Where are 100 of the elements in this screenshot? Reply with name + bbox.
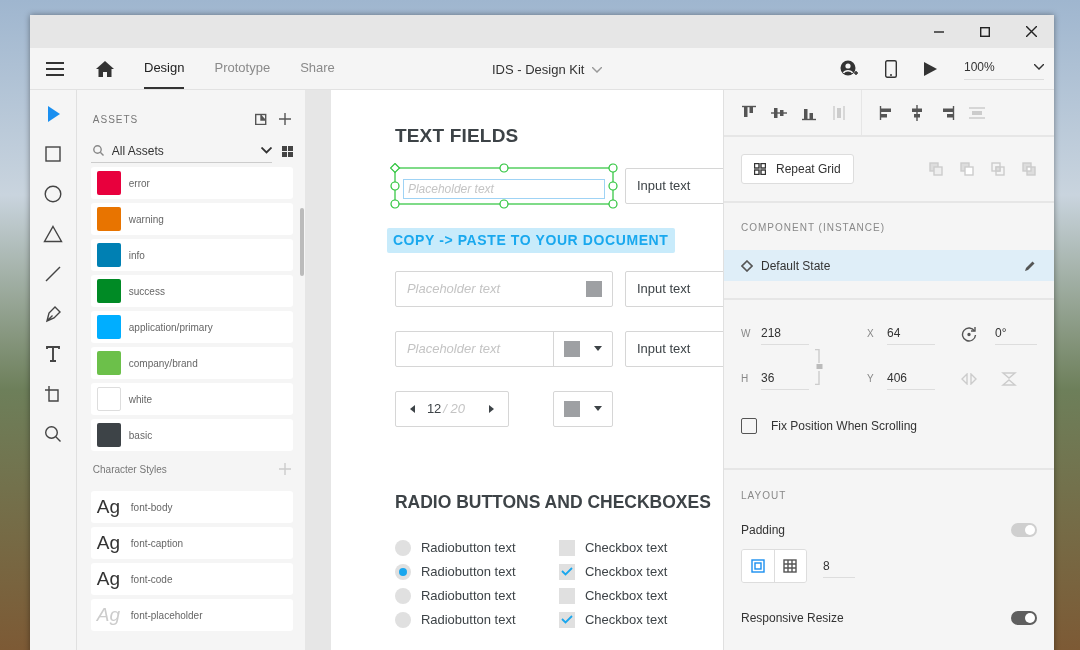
- grid-icon: [754, 163, 766, 175]
- padding-field[interactable]: 8: [823, 554, 855, 578]
- color-name: basic: [128, 428, 153, 443]
- text-input[interactable]: Placeholder text: [395, 331, 554, 366]
- individual-padding-button[interactable]: [774, 550, 806, 582]
- rotate-icon: [961, 325, 977, 342]
- diamond-icon: [741, 259, 753, 272]
- font-sample: Ag: [96, 494, 122, 519]
- checkbox[interactable]: [558, 611, 575, 628]
- section-title: Character Styles: [92, 462, 167, 477]
- checkbox[interactable]: [558, 563, 575, 580]
- zoom-dropdown[interactable]: 100%: [964, 57, 1044, 80]
- checkbox-label: Checkbox text: [584, 539, 668, 557]
- grid-view-icon[interactable]: [281, 145, 293, 157]
- selection-handles[interactable]: [389, 162, 618, 209]
- previous-icon[interactable]: [409, 404, 415, 413]
- color-name: application/primary: [128, 320, 213, 335]
- height-field[interactable]: 36: [761, 367, 809, 390]
- text-input[interactable]: Input text: [625, 175, 723, 196]
- setting-label: Responsive Resize: [741, 610, 844, 627]
- x-field[interactable]: 64: [887, 322, 935, 345]
- play-button[interactable]: [924, 61, 937, 76]
- menu-button[interactable]: [46, 61, 64, 76]
- color-name: white: [128, 392, 153, 407]
- color-square-icon: [563, 400, 580, 417]
- pencil-icon[interactable]: [1024, 259, 1036, 272]
- radio-label: Radiobutton text: [420, 611, 516, 629]
- checkbox[interactable]: [741, 418, 757, 434]
- color-swatch-item[interactable]: error: [90, 167, 293, 199]
- component-state-row[interactable]: Default State: [724, 250, 1054, 281]
- setting-label: Padding: [741, 522, 786, 539]
- text-field[interactable]: Input text: [624, 330, 723, 367]
- character-style-item[interactable]: Ag font-caption: [90, 527, 293, 559]
- color-swatch-item[interactable]: application/primary: [90, 311, 293, 343]
- radio-button[interactable]: [394, 563, 411, 580]
- user-add-icon: [840, 59, 858, 78]
- icon-text-field[interactable]: Placeholder text: [394, 270, 613, 307]
- asset-filter-dropdown[interactable]: All Assets: [90, 139, 272, 163]
- page-total: / 20: [443, 399, 466, 418]
- invite-button[interactable]: [840, 59, 858, 78]
- tab[interactable]: Design: [144, 48, 185, 89]
- scrollbar-thumb[interactable]: [299, 208, 304, 276]
- color-swatch-item[interactable]: info: [90, 239, 293, 271]
- font-sample: Ag: [96, 530, 122, 555]
- rotation-field[interactable]: 0°: [995, 322, 1037, 345]
- section-heading: RADIO BUTTONS AND CHECKBOXES: [394, 490, 712, 514]
- plus-icon[interactable]: [278, 113, 291, 125]
- section-heading: TEXT FIELDS: [394, 124, 520, 148]
- maximize-icon: [980, 26, 990, 37]
- style-name: font-placeholder: [130, 608, 203, 623]
- checkbox[interactable]: [558, 539, 575, 556]
- toggle-switch[interactable]: [1011, 611, 1037, 625]
- color-swatch-item[interactable]: white: [90, 383, 293, 415]
- ellipse-icon: [42, 184, 63, 204]
- radio-button[interactable]: [394, 587, 411, 604]
- color-dropdown[interactable]: [552, 390, 613, 427]
- text-input[interactable]: Input text: [625, 278, 723, 299]
- text-input[interactable]: Input text: [625, 338, 723, 359]
- align-center-icon[interactable]: [909, 104, 925, 121]
- character-style-item[interactable]: Ag font-code: [90, 563, 293, 595]
- style-name: font-caption: [130, 536, 184, 551]
- rectangle-icon: [42, 144, 63, 164]
- document-title-dropdown[interactable]: IDS - Design Kit: [492, 60, 603, 80]
- text-field[interactable]: Input text: [624, 270, 723, 307]
- text-field[interactable]: Placeholder text: [402, 178, 605, 199]
- text-dropdown-field[interactable]: Placeholder text: [394, 330, 613, 367]
- caret-down-icon: [593, 406, 602, 411]
- checkbox-label: Checkbox text: [584, 563, 668, 581]
- y-field[interactable]: 406: [887, 367, 935, 390]
- individual-padding-icon: [783, 559, 798, 573]
- text-field[interactable]: Input text: [624, 167, 723, 204]
- style-name: font-body: [130, 500, 173, 515]
- device-preview-button[interactable]: [885, 59, 897, 78]
- library-icon[interactable]: [254, 113, 267, 125]
- color-swatch-item[interactable]: basic: [90, 419, 293, 451]
- checkbox[interactable]: [558, 587, 575, 604]
- color-swatch-item[interactable]: company/brand: [90, 347, 293, 379]
- panel-title: ASSETS: [92, 112, 139, 127]
- checkbox-label: Checkbox text: [584, 587, 668, 605]
- width-field[interactable]: 218: [761, 322, 809, 345]
- character-style-item[interactable]: Ag font-body: [90, 491, 293, 523]
- home-button[interactable]: [96, 60, 114, 77]
- color-swatch-item[interactable]: warning: [90, 203, 293, 235]
- radio-button[interactable]: [394, 539, 411, 556]
- radio-button[interactable]: [394, 611, 411, 628]
- phone-icon: [885, 59, 897, 78]
- color-name: company/brand: [128, 356, 198, 371]
- checkbox-label: Checkbox text: [584, 611, 668, 629]
- color-swatch-item[interactable]: success: [90, 275, 293, 307]
- next-icon[interactable]: [488, 404, 494, 413]
- repeat-grid-button[interactable]: Repeat Grid: [741, 154, 854, 184]
- color-name: error: [128, 176, 150, 191]
- section-title: COMPONENT (INSTANCE): [740, 221, 887, 235]
- style-name: font-code: [130, 572, 173, 587]
- text-input[interactable]: Placeholder text: [395, 278, 586, 299]
- uniform-padding-icon: [751, 559, 765, 573]
- menu-icon: [46, 61, 64, 76]
- page-stepper[interactable]: 12/ 20: [394, 390, 509, 427]
- current-page: 12: [426, 399, 442, 418]
- field-label: W: [741, 327, 752, 341]
